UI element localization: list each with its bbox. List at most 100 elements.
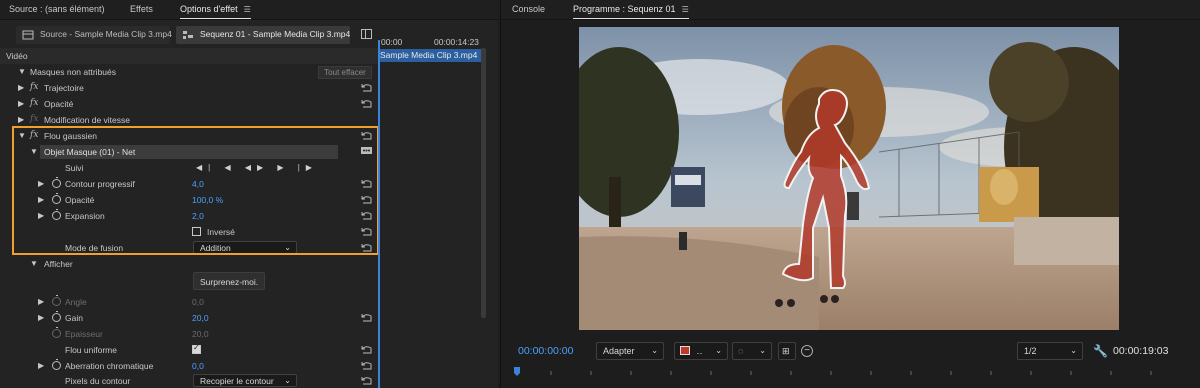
mask-color-select[interactable]: ‥ ⌄	[674, 342, 728, 360]
effect-controls-panel: Source : (sans élément) Effets Options d…	[0, 0, 498, 388]
chevron-right-icon[interactable]: ▶	[38, 297, 44, 306]
remove-point-icon[interactable]: −	[801, 345, 813, 357]
sequence-clip-label: Sequenz 01 - Sample Media Clip 3.mp4	[200, 29, 351, 39]
clip-selector-bar: Source - Sample Media Clip 3.mp4 Sequenz…	[0, 20, 378, 48]
gain-row: ▶ Gain 20,0	[0, 310, 378, 326]
chevron-right-icon[interactable]: ▶	[18, 115, 24, 124]
source-clip-label: Source - Sample Media Clip 3.mp4	[40, 29, 172, 39]
reset-icon[interactable]	[360, 376, 373, 385]
chromatic-label: Aberration chromatique	[65, 361, 154, 371]
fx-icon[interactable]: fx	[30, 82, 38, 92]
chevron-down-icon: ⌄	[715, 346, 722, 355]
video-section-header: Vidéo	[0, 48, 378, 64]
current-timecode[interactable]: 00:00:00:00	[518, 345, 573, 357]
chevron-down-icon: ⌄	[284, 376, 291, 385]
wrench-icon[interactable]: 🔧	[1093, 344, 1108, 358]
timeline-clip[interactable]: Sample Media Clip 3.mp4	[378, 49, 482, 62]
chevron-down-icon[interactable]: ▼	[18, 67, 26, 76]
uniform-blur-label: Flou uniforme	[65, 345, 117, 355]
program-monitor-panel: Console Programme : Sequenz 01 ☰ 00:00:0…	[500, 0, 1200, 388]
vertical-scrollbar[interactable]	[481, 48, 486, 318]
unassigned-masks-label: Masques non attribués	[30, 67, 116, 77]
clear-all-button[interactable]: Tout effacer	[318, 66, 372, 79]
video-frame-image	[579, 27, 1119, 330]
timeline-ruler[interactable]: 00:00 00:00:14:23	[378, 20, 482, 48]
fit-value: Adapter	[603, 346, 635, 356]
motion-label: Trajectoire	[44, 83, 84, 93]
thickness-label: Epaisseur	[65, 329, 103, 339]
sequence-icon	[183, 31, 193, 39]
panel-menu-icon[interactable]: ☰	[682, 5, 689, 14]
tab-source[interactable]: Source : (sans élément)	[9, 4, 105, 14]
reset-icon[interactable]	[360, 83, 373, 92]
playhead[interactable]	[378, 40, 380, 388]
highlight-outline	[12, 126, 379, 255]
edge-pixels-value: Recopier le contour	[200, 376, 274, 386]
show-section-row[interactable]: ▼ Afficher	[0, 256, 378, 272]
timeline-start-tc: 00:00	[381, 37, 403, 47]
color-swatch-icon	[680, 346, 690, 355]
opacity-effect-row[interactable]: ▶ fx Opacité	[0, 96, 378, 112]
left-tab-bar: Source : (sans élément) Effets Options d…	[0, 0, 498, 20]
tab-effects[interactable]: Effets	[130, 4, 153, 14]
sequence-clip-button[interactable]: Sequenz 01 - Sample Media Clip 3.mp4	[176, 26, 350, 44]
uniform-blur-checkbox[interactable]	[192, 343, 201, 354]
tab-console[interactable]: Console	[512, 4, 545, 14]
fx-icon[interactable]: fx	[30, 98, 38, 108]
tab-effect-options[interactable]: Options d'effet ☰	[180, 4, 251, 19]
fit-select[interactable]: Adapter ⌄	[596, 342, 664, 360]
source-clip-button[interactable]: Source - Sample Media Clip 3.mp4	[16, 26, 172, 44]
thickness-value: 20,0	[192, 329, 209, 339]
add-point-button[interactable]: ⊞	[778, 342, 796, 360]
edge-pixels-select[interactable]: Recopier le contour ⌄	[193, 374, 297, 387]
tab-program[interactable]: Programme : Sequenz 01 ☰	[573, 4, 689, 19]
stopwatch-icon[interactable]	[52, 359, 61, 370]
angle-label: Angle	[65, 297, 87, 307]
plus-square-icon: ⊞	[782, 346, 790, 356]
monitor-time-ruler[interactable]	[511, 367, 1191, 388]
lasso-select[interactable]: ◌ ⌄	[732, 342, 772, 360]
chromatic-value[interactable]: 0,0	[192, 361, 204, 371]
chromatic-row: ▶ Aberration chromatique 0,0	[0, 358, 378, 374]
reset-icon[interactable]	[360, 313, 373, 322]
chevron-right-icon[interactable]: ▶	[18, 99, 24, 108]
reset-icon[interactable]	[360, 345, 373, 354]
effect-timeline[interactable]: 00:00 00:00:14:23 Sample Media Clip 3.mp…	[378, 20, 486, 388]
chevron-right-icon[interactable]: ▶	[38, 361, 44, 370]
playhead-marker[interactable]	[514, 367, 520, 376]
show-label: Afficher	[44, 259, 73, 269]
chevron-right-icon[interactable]: ▶	[18, 83, 24, 92]
chevron-down-icon[interactable]: ▼	[30, 259, 38, 268]
more-dots-icon: ‥	[696, 346, 703, 356]
timeline-end-tc: 00:00:14:23	[434, 37, 479, 47]
lasso-icon: ◌	[738, 346, 744, 356]
tab-effect-options-label: Options d'effet	[180, 4, 238, 14]
video-header-label: Vidéo	[6, 51, 28, 61]
angle-value: 0,0	[192, 297, 204, 307]
reset-icon[interactable]	[360, 99, 373, 108]
resolution-select[interactable]: 1/2 ⌄	[1017, 342, 1083, 360]
stopwatch-icon[interactable]	[52, 311, 61, 322]
motion-effect-row[interactable]: ▶ fx Trajectoire	[0, 80, 378, 96]
panel-menu-icon[interactable]: ☰	[244, 5, 251, 14]
chevron-down-icon: ⌄	[759, 346, 766, 355]
chevron-down-icon: ⌄	[1070, 346, 1077, 355]
right-tab-bar: Console Programme : Sequenz 01 ☰	[501, 0, 1200, 20]
chevron-right-icon[interactable]: ▶	[38, 313, 44, 322]
clip-icon	[22, 30, 34, 40]
fx-icon: fx	[30, 114, 39, 124]
resolution-value: 1/2	[1024, 346, 1037, 356]
stopwatch-icon	[52, 327, 61, 338]
toggle-timeline-icon[interactable]	[361, 29, 372, 39]
time-remap-label: Modification de vitesse	[44, 115, 130, 125]
active-tab-underline	[573, 18, 689, 19]
program-video-frame[interactable]	[579, 27, 1119, 330]
active-tab-underline	[180, 18, 251, 19]
opacity-label: Opacité	[44, 99, 74, 109]
tab-program-label: Programme : Sequenz 01	[573, 4, 676, 14]
gain-value[interactable]: 20,0	[192, 313, 209, 323]
surprise-me-button[interactable]: Surprenez-moi.	[193, 272, 266, 290]
surprise-row: Surprenez-moi.	[0, 272, 378, 292]
unassigned-masks-row[interactable]: ▼ Masques non attribués Tout effacer	[0, 64, 378, 80]
reset-icon[interactable]	[360, 361, 373, 370]
